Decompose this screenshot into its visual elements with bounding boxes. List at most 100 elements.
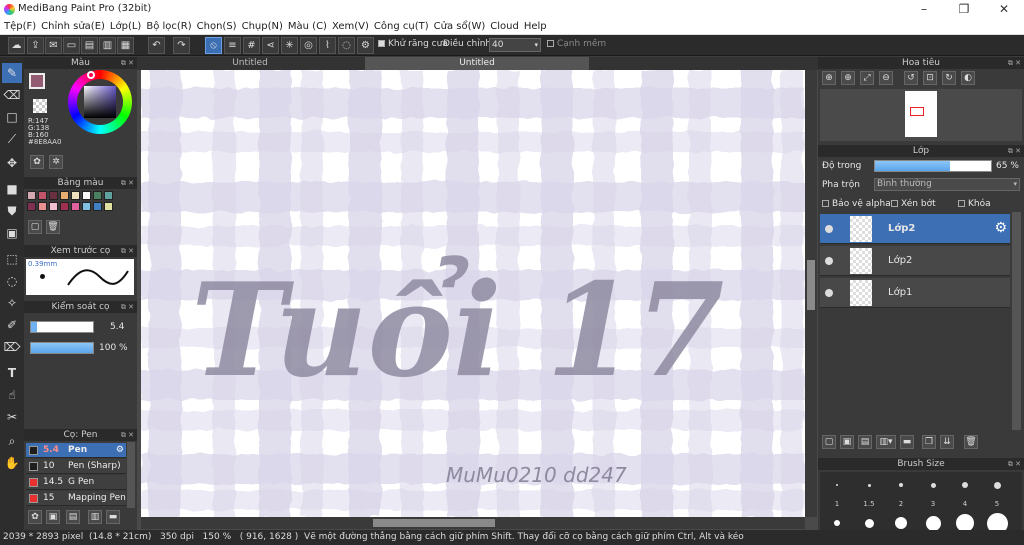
lock-checkbox[interactable]: Khóa xyxy=(958,199,991,209)
menu-help[interactable]: Help xyxy=(524,19,552,34)
new-swatch-icon[interactable]: ▢ xyxy=(28,220,42,234)
lasso-tool-icon[interactable]: ◌ xyxy=(2,271,22,291)
menu-window[interactable]: Cửa sổ(W) xyxy=(434,19,491,34)
brush-size-cell[interactable]: 1.5 xyxy=(854,475,884,529)
rotate-right-icon[interactable]: ↻ xyxy=(942,71,956,85)
visibility-icon[interactable] xyxy=(825,225,833,233)
layer-settings-icon[interactable]: ⚙ xyxy=(994,220,1007,236)
palette-swatch[interactable] xyxy=(82,202,91,211)
flip-icon[interactable]: ◐ xyxy=(961,71,975,85)
brush-item[interactable]: 10 Pen (Sharp) xyxy=(26,459,126,474)
bucket-tool-icon[interactable]: ⛊ xyxy=(2,201,22,221)
rotate-left-icon[interactable]: ↺ xyxy=(904,71,918,85)
select-pen-tool-icon[interactable]: ✐ xyxy=(2,315,22,335)
horizontal-scrollbar[interactable] xyxy=(141,517,805,529)
palette-swatch[interactable] xyxy=(49,202,58,211)
layer-row[interactable]: Lớp2 xyxy=(820,246,1010,276)
palette-swatch[interactable] xyxy=(60,191,69,200)
redo-icon[interactable]: ↷ xyxy=(173,37,190,54)
delete-layer-icon[interactable]: 🗑 xyxy=(964,435,978,449)
snap-off-icon[interactable]: ⦸ xyxy=(205,37,222,54)
reset-view-icon[interactable]: ⊡ xyxy=(923,71,937,85)
parallel-snap-icon[interactable]: ≡ xyxy=(224,37,241,54)
palette-swatch[interactable] xyxy=(27,202,36,211)
fit-icon[interactable]: ⤢ xyxy=(860,71,874,85)
palette-swatch[interactable] xyxy=(38,202,47,211)
chat-icon[interactable]: ▭ xyxy=(63,37,80,54)
brush-item[interactable]: 14.5 G Pen xyxy=(26,475,126,490)
add-layer-menu-icon[interactable]: ▥▾ xyxy=(876,435,896,449)
brush-opacity-slider[interactable] xyxy=(30,342,94,354)
gradient-tool-icon[interactable]: ▣ xyxy=(2,223,22,243)
palette-swatch[interactable] xyxy=(49,191,58,200)
visibility-icon[interactable] xyxy=(825,289,833,297)
text-tool-icon[interactable]: T xyxy=(2,363,22,383)
brush-item[interactable]: 15 Mapping Pen xyxy=(26,491,126,506)
adjust-select[interactable]: 40 ▾ xyxy=(489,38,541,52)
trash-icon[interactable]: 🗑 xyxy=(46,220,60,234)
soft-edge-checkbox[interactable]: Cạnh mềm xyxy=(547,39,606,49)
palette-icon[interactable]: ✿ xyxy=(30,155,44,169)
layer-row[interactable]: Lớp2 ⚙ xyxy=(820,214,1010,244)
select-tool-icon[interactable]: ⬚ xyxy=(2,249,22,269)
brush-size-cell[interactable]: 2 xyxy=(886,475,916,529)
menu-edit[interactable]: Chỉnh sửa(E) xyxy=(41,19,110,34)
menu-select[interactable]: Chọn(S) xyxy=(197,19,242,34)
palette-swatch[interactable] xyxy=(104,191,113,200)
brush-list-scrollbar[interactable] xyxy=(127,442,135,508)
upload-icon[interactable]: ⇪ xyxy=(27,37,44,54)
select-eraser-tool-icon[interactable]: ⌦ xyxy=(2,337,22,357)
vertical-scrollbar[interactable] xyxy=(805,70,817,517)
new-layer-8bit-icon[interactable]: ▣ xyxy=(840,435,854,449)
brush-tool-icon[interactable]: ✎ xyxy=(2,63,22,83)
palette-swatch[interactable] xyxy=(38,191,47,200)
drawing-canvas[interactable]: Tuổi 17 MuMu0210 dd247 xyxy=(141,70,805,517)
menu-file[interactable]: Tệp(F) xyxy=(4,19,41,34)
ellipse-snap-icon[interactable]: ◌ xyxy=(338,37,355,54)
menu-cloud[interactable]: Cloud xyxy=(490,19,524,34)
undo-icon[interactable]: ↶ xyxy=(148,37,165,54)
tab-untitled-1[interactable]: Untitled xyxy=(137,57,363,70)
palette-swatch[interactable] xyxy=(93,191,102,200)
zoom-out-icon[interactable]: ⊖ xyxy=(879,71,893,85)
palette-swatch[interactable] xyxy=(27,191,36,200)
saturation-square[interactable] xyxy=(84,86,116,118)
blend-mode-select[interactable]: Bình thường ▾ xyxy=(874,178,1020,191)
eraser-tool-icon[interactable]: ⌫ xyxy=(2,85,22,105)
hue-handle[interactable] xyxy=(87,71,95,79)
add-brush-icon[interactable]: ✿ xyxy=(28,510,42,524)
protect-alpha-checkbox[interactable]: Bảo vệ alpha xyxy=(822,199,891,209)
brush-import-icon[interactable]: ▤ xyxy=(66,510,80,524)
grid-icon[interactable]: ▦ xyxy=(117,37,134,54)
color-wheel[interactable] xyxy=(68,70,132,134)
operation-tool-icon[interactable]: ☝ xyxy=(2,385,22,405)
brush-size-slider[interactable] xyxy=(30,321,94,333)
minimize-button[interactable]: – xyxy=(904,0,944,19)
palette-swatch[interactable] xyxy=(93,202,102,211)
menu-capture[interactable]: Chụp(N) xyxy=(242,19,288,34)
transparent-swatch[interactable] xyxy=(33,99,47,113)
color-settings-icon[interactable]: ✲ xyxy=(49,155,63,169)
layer-folder-icon[interactable]: ▬ xyxy=(900,435,914,449)
vanish-snap-icon[interactable]: ⋖ xyxy=(262,37,279,54)
eyedropper-tool-icon[interactable]: ⌕ xyxy=(2,431,22,451)
menu-layer[interactable]: Lớp(L) xyxy=(110,19,146,34)
brush-doc-icon[interactable]: ▥ xyxy=(88,510,102,524)
new-layer-1bit-icon[interactable]: ▤ xyxy=(858,435,872,449)
main-color-swatch[interactable] xyxy=(29,73,45,89)
palette-swatch[interactable] xyxy=(71,202,80,211)
folder-icon[interactable]: ▬ xyxy=(106,510,120,524)
visibility-icon[interactable] xyxy=(825,257,833,265)
restore-button[interactable]: ❐ xyxy=(944,0,984,19)
comment-icon[interactable]: ✉ xyxy=(45,37,62,54)
gear-icon[interactable]: ⚙ xyxy=(357,37,374,54)
magic-wand-tool-icon[interactable]: ✧ xyxy=(2,293,22,313)
circle-snap-icon[interactable]: ◎ xyxy=(300,37,317,54)
palette-swatch[interactable] xyxy=(82,191,91,200)
palette-swatch[interactable] xyxy=(104,202,113,211)
cross-snap-icon[interactable]: # xyxy=(243,37,260,54)
document-icon[interactable]: ▤ xyxy=(81,37,98,54)
cloud-icon[interactable]: ☁ xyxy=(8,37,25,54)
menu-color[interactable]: Màu (C) xyxy=(288,19,332,34)
layer-row[interactable]: Lớp1 xyxy=(820,278,1010,308)
